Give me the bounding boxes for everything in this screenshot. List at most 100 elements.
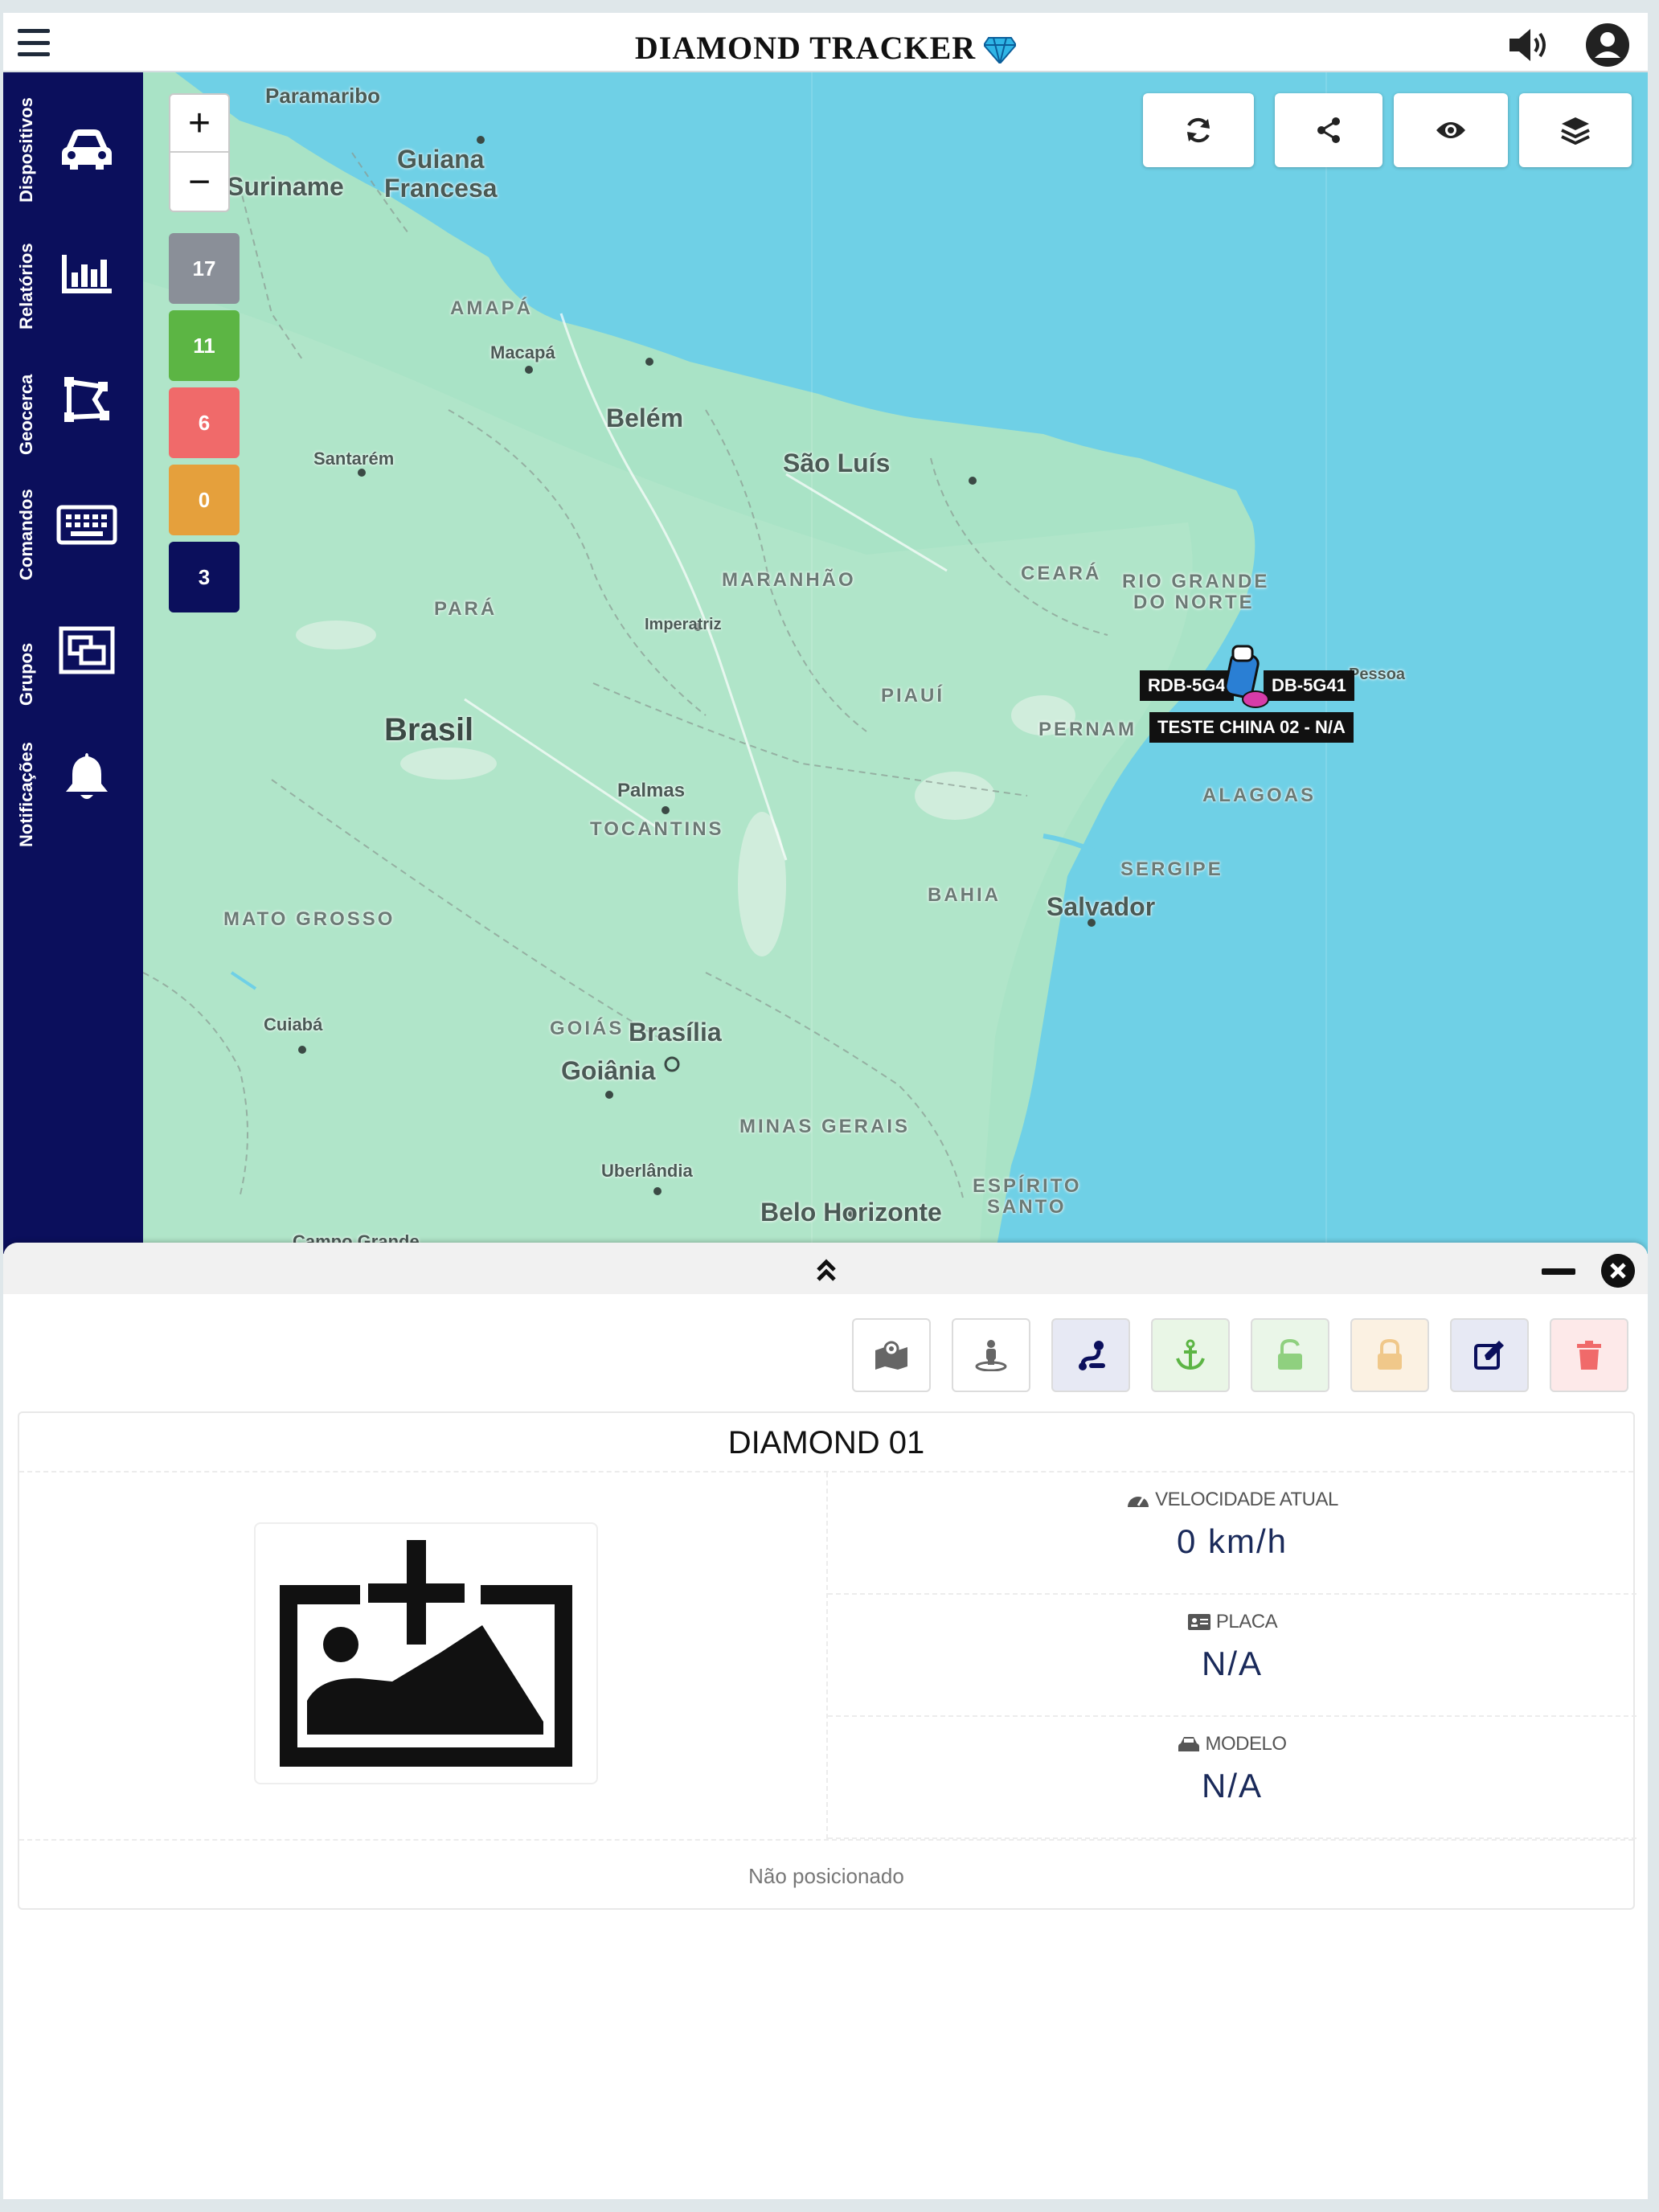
map-view[interactable]: Paramaribo Suriname Guiana Francesa AMAP… (143, 72, 1648, 1254)
info-model: MODELO N/A (828, 1717, 1636, 1839)
count-badge-offline[interactable]: 6 (169, 387, 240, 458)
map-label: GOIÁS (550, 1018, 625, 1039)
map-label: Santarém (313, 449, 395, 469)
count-badge-unknown[interactable]: 0 (169, 465, 240, 535)
group-icon (55, 622, 119, 678)
sidebar-item-grupos[interactable]: Grupos (3, 590, 143, 711)
anchor-button[interactable] (1151, 1318, 1230, 1392)
layers-icon (1561, 117, 1590, 145)
sidebar-item-comandos[interactable]: Comandos (3, 465, 143, 585)
device-panel: DIAMOND 01 VELOCIDADE ATUAL 0 km/h PLACA… (3, 1243, 1648, 2199)
layers-button[interactable] (1519, 93, 1632, 167)
sidebar-item-relatorios[interactable]: Relatórios (3, 214, 143, 334)
count-badge-online[interactable]: 11 (169, 310, 240, 381)
map-label: Goiânia (561, 1056, 656, 1085)
info-label: MODELO (828, 1733, 1636, 1755)
route-button[interactable] (1051, 1318, 1130, 1392)
map-label: Pessoa (1349, 666, 1406, 683)
app-title-text: DIAMOND TRACKER (634, 30, 977, 66)
sidebar-item-label: Geocerca (16, 374, 36, 455)
vehicle-marker-icon[interactable] (1220, 643, 1276, 711)
info-plate: PLACA N/A (828, 1595, 1636, 1717)
zoom-in-button[interactable]: + (170, 95, 228, 153)
map-label: Suriname (227, 172, 344, 201)
unlock-icon (1278, 1339, 1302, 1370)
map-label: MATO GROSSO (223, 908, 395, 930)
share-button[interactable] (1275, 93, 1382, 167)
car-icon (55, 121, 119, 177)
sidebar-item-notificacoes[interactable]: Notificações (3, 715, 143, 847)
map-label: PERNAM (1038, 719, 1137, 740)
map-label: Brasília (629, 1018, 722, 1047)
chevron-double-up-icon[interactable] (813, 1257, 839, 1283)
map-label: Imperatriz (645, 616, 722, 633)
map-label: Brasil (384, 712, 474, 748)
position-status: Não posicionado (19, 1839, 1633, 1910)
zoom-out-button[interactable]: − (170, 153, 228, 211)
map-label: ESPÍRITO (973, 1175, 1082, 1197)
refresh-icon (1187, 117, 1210, 143)
sidebar-item-geocerca[interactable]: Geocerca (3, 339, 143, 460)
map-label: Macapá (490, 342, 555, 363)
marker-label[interactable]: TESTE CHINA 02 - N/A (1149, 712, 1354, 743)
map-label: Palmas (617, 780, 686, 801)
sidebar-item-dispositivos[interactable]: Dispositivos (3, 88, 143, 209)
map-label: PARÁ (434, 598, 498, 620)
bell-icon (55, 748, 119, 804)
model-label: MODELO (1205, 1733, 1287, 1755)
close-icon[interactable] (1601, 1254, 1635, 1288)
id-card-icon (1187, 1614, 1210, 1630)
sidebar: Dispositivos Relatórios Geocerca Comando… (3, 72, 143, 1254)
visibility-button[interactable] (1394, 93, 1508, 167)
device-detail-card: DIAMOND 01 VELOCIDADE ATUAL 0 km/h PLACA… (18, 1411, 1636, 1910)
anchor-icon (1176, 1339, 1205, 1370)
map-label: SERGIPE (1120, 858, 1223, 880)
lock-icon (1378, 1339, 1402, 1370)
add-photo-button[interactable] (254, 1522, 598, 1784)
street-view-button[interactable] (952, 1318, 1030, 1392)
user-circle-icon[interactable] (1585, 23, 1630, 68)
count-badge-total[interactable]: 17 (169, 233, 240, 304)
map-label: Uberlândia (601, 1161, 693, 1181)
edit-button[interactable] (1450, 1318, 1529, 1392)
app-title: DIAMOND TRACKER (3, 29, 1648, 67)
sidebar-item-label: Relatórios (16, 243, 36, 330)
refresh-button[interactable] (1143, 93, 1254, 167)
speed-label: VELOCIDADE ATUAL (1155, 1489, 1338, 1510)
zoom-control: + − (169, 93, 230, 212)
map-label: TOCANTINS (590, 818, 724, 840)
map-label: ALAGOAS (1202, 784, 1316, 806)
sidebar-item-label: Notificações (16, 742, 36, 847)
share-icon (1317, 117, 1340, 143)
sidebar-item-label: Dispositivos (16, 97, 36, 203)
app-window: DIAMOND TRACKER Dispositivos Relatórios … (3, 13, 1648, 2199)
car-icon (1178, 1737, 1200, 1751)
sidebar-item-label: Grupos (16, 642, 36, 706)
bar-chart-icon (55, 246, 119, 302)
diamond-icon (982, 37, 1018, 65)
map-location-button[interactable] (852, 1318, 931, 1392)
lock-button[interactable] (1350, 1318, 1429, 1392)
map-label: SANTO (987, 1196, 1067, 1218)
map-label: RIO GRANDE (1122, 571, 1270, 592)
route-icon (1079, 1341, 1105, 1370)
map-location-icon (875, 1341, 907, 1370)
map-label: Salvador (1047, 892, 1156, 921)
header-bar: DIAMOND TRACKER (3, 13, 1648, 72)
info-label: PLACA (828, 1611, 1636, 1633)
count-badge-other[interactable]: 3 (169, 542, 240, 612)
unlock-button[interactable] (1251, 1318, 1329, 1392)
volume-icon[interactable] (1508, 23, 1553, 68)
map-label: Belo Horizonte (760, 1198, 942, 1227)
edit-icon (1474, 1341, 1504, 1370)
minimize-icon[interactable] (1542, 1267, 1579, 1275)
speedometer-icon (1128, 1496, 1149, 1507)
eye-icon (1436, 122, 1465, 138)
marker-label[interactable]: DB-5G41 (1264, 670, 1354, 701)
map-label: São Luís (783, 449, 891, 477)
map-label: Belém (606, 403, 684, 432)
map-background (143, 72, 1648, 1254)
trash-icon (1577, 1341, 1601, 1370)
map-label: AMAPÁ (450, 297, 533, 319)
delete-button[interactable] (1550, 1318, 1628, 1392)
